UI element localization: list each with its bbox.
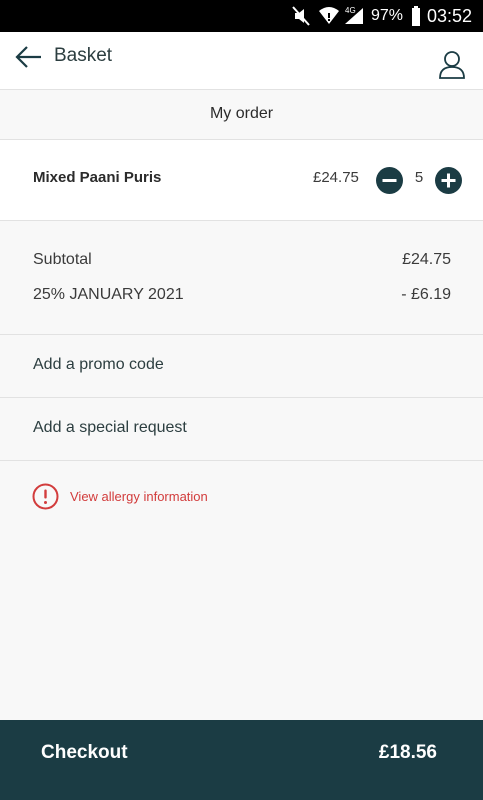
minus-icon[interactable] <box>376 167 403 194</box>
allergy-info-link[interactable]: View allergy information <box>32 482 208 510</box>
plus-icon[interactable] <box>435 167 462 194</box>
checkout-label: Checkout <box>41 742 128 763</box>
checkout-total: £18.56 <box>378 742 437 763</box>
clock: 03:52 <box>427 5 473 26</box>
subtotal-value: £24.75 <box>402 251 451 268</box>
add-special-request-label: Add a special request <box>33 419 187 436</box>
add-promo-code-row[interactable]: Add a promo code <box>0 335 483 398</box>
page-title: Basket <box>54 45 113 66</box>
wifi-icon <box>319 7 339 24</box>
mute-icon <box>292 6 310 26</box>
discount-value: - £6.19 <box>401 286 451 303</box>
add-promo-code-label: Add a promo code <box>33 356 164 373</box>
arrow-left-icon[interactable] <box>14 44 44 70</box>
subtotal-label: Subtotal <box>33 251 92 268</box>
order-item-row: Mixed Paani Puris £24.75 5 <box>0 140 483 221</box>
battery-percent: 97% <box>371 7 404 24</box>
item-price: £24.75 <box>313 169 359 186</box>
checkout-button[interactable]: Checkout £18.56 <box>0 720 483 800</box>
alert-icon <box>32 483 59 509</box>
signal-icon <box>345 8 363 24</box>
my-order-header: My order <box>0 90 483 140</box>
discount-label: 25% JANUARY 2021 <box>33 286 184 303</box>
order-summary: Subtotal £24.75 25% JANUARY 2021 - £6.19 <box>0 221 483 335</box>
item-name: Mixed Paani Puris <box>33 169 162 186</box>
battery-icon <box>412 6 420 26</box>
status-bar: 4G 97% 03:52 <box>0 0 483 32</box>
app-bar: Basket <box>0 32 483 90</box>
allergy-info-label: View allergy information <box>70 488 208 504</box>
add-special-request-row[interactable]: Add a special request <box>0 398 483 461</box>
user-icon[interactable] <box>437 50 467 80</box>
item-quantity: 5 <box>414 169 424 186</box>
